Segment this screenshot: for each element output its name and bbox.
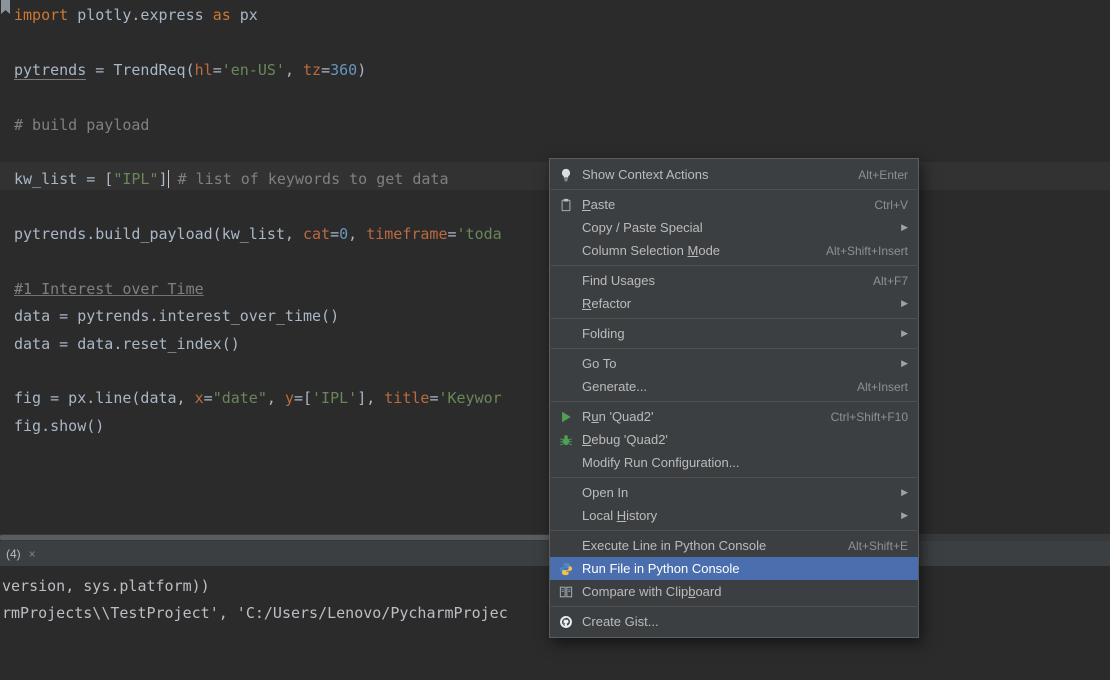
menu-item-label: Column Selection Mode (582, 243, 721, 258)
menu-item-label: Show Context Actions (582, 167, 709, 182)
code-line: data = pytrends.interest_over_time() (14, 307, 340, 326)
code-line: import plotly.express as px (14, 6, 258, 24)
code-line: kw_list = ["IPL"] # list of keywords to … (14, 170, 449, 189)
bookmark-icon (1, 0, 10, 14)
menu-item-modify-run-configuration[interactable]: Modify Run Configuration... (550, 451, 918, 474)
submenu-arrow-icon: ▶ (901, 510, 908, 520)
menu-item-refactor[interactable]: Refactor ▶ (550, 292, 918, 315)
submenu-arrow-icon: ▶ (901, 298, 908, 308)
menu-separator (551, 477, 917, 478)
menu-item-folding[interactable]: Folding ▶ (550, 322, 918, 345)
menu-item-generate[interactable]: Generate... Alt+Insert (550, 375, 918, 398)
menu-shortcut: Ctrl+V (874, 197, 908, 212)
menu-item-label: Local History (582, 508, 658, 523)
menu-shortcut: Alt+Shift+Insert (825, 243, 908, 258)
menu-item-label: Compare with Clipboard (582, 584, 722, 599)
menu-separator (551, 348, 917, 349)
menu-item-execute-line-in-python-console[interactable]: Execute Line in Python Console Alt+Shift+… (550, 534, 918, 557)
menu-item-go-to[interactable]: Go To ▶ (550, 352, 918, 375)
menu-item-label: Modify Run Configuration... (582, 455, 740, 470)
menu-item-label: Refactor (582, 296, 632, 311)
code-line: #1 Interest over Time (14, 279, 204, 298)
menu-item-label: Generate... (582, 379, 648, 394)
close-icon[interactable]: × (29, 547, 36, 561)
menu-shortcut: Alt+F7 (872, 273, 908, 288)
run-icon (556, 410, 576, 424)
menu-item-create-gist[interactable]: Create Gist... (550, 610, 918, 633)
code-line: pytrends = TrendReq(hl='en-US', tz=360) (14, 60, 367, 80)
menu-shortcut: Alt+Enter (858, 167, 908, 182)
menu-item-debug-quad2[interactable]: Debug 'Quad2' (550, 428, 918, 451)
submenu-arrow-icon: ▶ (901, 328, 908, 338)
menu-item-run-quad2[interactable]: Run 'Quad2' Ctrl+Shift+F10 (550, 405, 918, 428)
menu-item-label: Paste (582, 197, 616, 212)
menu-item-label: Go To (582, 356, 617, 371)
menu-shortcut: Alt+Shift+E (847, 538, 908, 553)
menu-item-column-selection-mode[interactable]: Column Selection Mode Alt+Shift+Insert (550, 239, 918, 262)
menu-item-run-file-in-python-console[interactable]: Run File in Python Console (550, 557, 918, 580)
menu-item-label: Open In (582, 485, 629, 500)
submenu-arrow-icon: ▶ (901, 487, 908, 497)
menu-separator (551, 530, 917, 531)
menu-item-show-context-actions[interactable]: Show Context Actions Alt+Enter (550, 163, 918, 186)
menu-item-open-in[interactable]: Open In ▶ (550, 481, 918, 504)
python-icon (556, 562, 576, 576)
github-icon (556, 615, 576, 629)
menu-item-label: Create Gist... (582, 614, 659, 629)
menu-shortcut: Alt+Insert (856, 379, 908, 394)
code-line: fig = px.line(data, x="date", y=['IPL'],… (14, 389, 502, 408)
menu-separator (551, 265, 917, 266)
console-tab[interactable]: (4) (6, 547, 21, 561)
context-menu: Show Context Actions Alt+Enter Paste Ctrl+V… (549, 158, 919, 638)
menu-item-copy-paste-special[interactable]: Copy / Paste Special ▶ (550, 216, 918, 239)
menu-item-label: Run 'Quad2' (582, 409, 654, 424)
debug-icon (556, 433, 576, 447)
code-line: # build payload (14, 115, 150, 134)
menu-item-label: Find Usages (582, 273, 655, 288)
compare-icon (556, 585, 576, 599)
menu-item-label: Run File in Python Console (582, 561, 740, 576)
menu-item-label: Folding (582, 326, 625, 341)
code-line: data = data.reset_index() (14, 334, 240, 353)
lightbulb-icon (556, 168, 576, 182)
paste-icon (556, 198, 576, 212)
menu-item-label: Debug 'Quad2' (582, 432, 668, 447)
menu-item-compare-with-clipboard[interactable]: Compare with Clipboard (550, 580, 918, 603)
code-lines: import plotly.express as px pytrends = T… (14, 2, 502, 440)
code-line: pytrends.build_payload(kw_list, cat=0, t… (14, 225, 502, 244)
menu-item-label: Copy / Paste Special (582, 220, 703, 235)
menu-separator (551, 401, 917, 402)
submenu-arrow-icon: ▶ (901, 358, 908, 368)
menu-item-local-history[interactable]: Local History ▶ (550, 504, 918, 527)
menu-separator (551, 606, 917, 607)
menu-separator (551, 189, 917, 190)
menu-item-find-usages[interactable]: Find Usages Alt+F7 (550, 269, 918, 292)
submenu-arrow-icon: ▶ (901, 222, 908, 232)
scrollbar-thumb[interactable] (0, 535, 555, 540)
menu-item-paste[interactable]: Paste Ctrl+V (550, 193, 918, 216)
code-line: fig.show() (14, 416, 105, 435)
menu-separator (551, 318, 917, 319)
menu-item-label: Execute Line in Python Console (582, 538, 767, 553)
menu-shortcut: Ctrl+Shift+F10 (830, 409, 908, 424)
